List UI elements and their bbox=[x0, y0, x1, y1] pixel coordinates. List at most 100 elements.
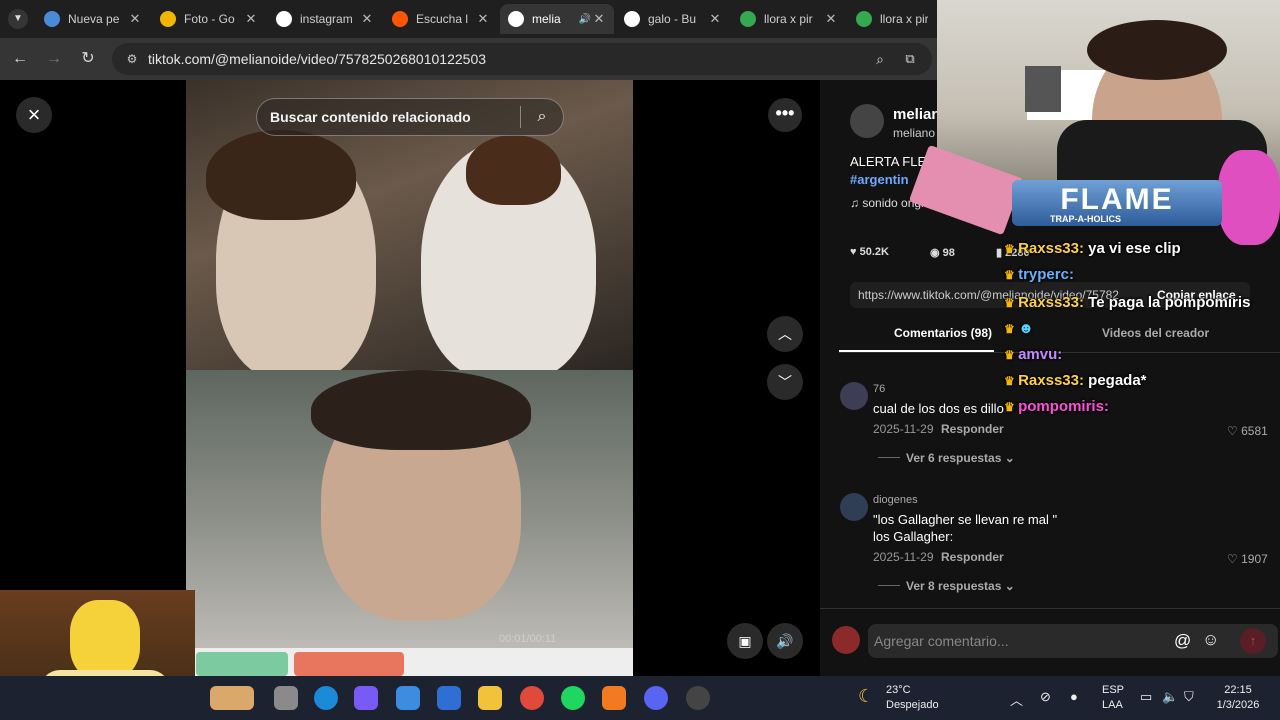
language-code[interactable]: ESP bbox=[1102, 684, 1124, 696]
chat-username: Raxss33: bbox=[1018, 240, 1084, 257]
related-search-bar[interactable]: ⌕ bbox=[256, 98, 564, 136]
crown-badge-icon: ♛ bbox=[1004, 268, 1019, 282]
tab-close-icon[interactable]: ✕ bbox=[708, 11, 722, 27]
tab-title: Foto - Go bbox=[184, 12, 235, 26]
tab-5[interactable]: melia 🔊 ✕ bbox=[500, 4, 614, 34]
chevron-down-icon: ⌄ bbox=[1001, 451, 1015, 465]
tab-8[interactable]: llora x pir bbox=[848, 4, 936, 34]
widgets-icon[interactable] bbox=[210, 686, 254, 710]
hashtag-link[interactable]: #argentin bbox=[850, 172, 909, 187]
video-bottom-strip bbox=[186, 648, 633, 676]
view-replies-button[interactable]: Ver 6 respuestas ⌄ bbox=[906, 451, 1015, 465]
zoom-icon[interactable]: ⌕ bbox=[868, 47, 892, 71]
address-bar[interactable]: ⚙ tiktok.com/@melianoide/video/757825026… bbox=[112, 43, 932, 75]
comment-avatar[interactable] bbox=[840, 382, 868, 410]
discord-icon[interactable] bbox=[644, 686, 668, 710]
install-app-icon[interactable]: ⧉ bbox=[898, 47, 922, 71]
reload-button[interactable]: ↻ bbox=[76, 47, 100, 71]
comment-like[interactable]: ♡ 6581 bbox=[1227, 424, 1268, 438]
comment-like[interactable]: ♡ 1907 bbox=[1227, 552, 1268, 566]
tab-title: instagram bbox=[300, 12, 353, 26]
volume-icon[interactable]: 🔊 bbox=[767, 623, 803, 659]
spotify-icon[interactable] bbox=[561, 686, 585, 710]
chrome-icon[interactable] bbox=[520, 686, 544, 710]
reply-button[interactable]: Responder bbox=[941, 550, 1004, 564]
music-note-icon: ♫ bbox=[850, 196, 863, 210]
replies-line bbox=[878, 457, 900, 458]
edge-icon[interactable] bbox=[314, 686, 338, 710]
tab-close-icon[interactable]: ✕ bbox=[244, 11, 258, 27]
previous-video-icon[interactable]: ︿ bbox=[767, 316, 803, 352]
store-icon[interactable] bbox=[396, 686, 420, 710]
shield-icon[interactable]: ⛉ bbox=[1184, 689, 1194, 705]
tab-1[interactable]: Nueva pe ✕ bbox=[36, 4, 150, 34]
replies-line bbox=[878, 585, 900, 586]
google-icon bbox=[624, 11, 640, 27]
author-name[interactable]: melian bbox=[893, 106, 941, 123]
next-video-icon[interactable]: ﹀ bbox=[767, 364, 803, 400]
close-icon[interactable]: × bbox=[16, 97, 52, 133]
post-comment-button[interactable]: ↑ bbox=[1240, 628, 1266, 654]
tab-audio-icon[interactable]: 🔊 bbox=[578, 14, 592, 25]
view-replies-button[interactable]: Ver 8 respuestas ⌄ bbox=[906, 579, 1015, 593]
back-button[interactable]: ← bbox=[8, 47, 32, 71]
streamer-hair bbox=[1087, 20, 1227, 80]
chat-message: ♛ Raxss33: ya vi ese clip bbox=[1004, 240, 1181, 257]
outlook-icon[interactable] bbox=[437, 686, 461, 710]
tab-title: Escucha l bbox=[416, 12, 469, 26]
tab-close-icon[interactable]: ✕ bbox=[476, 11, 490, 27]
chevron-up-icon[interactable]: ︿ bbox=[1010, 690, 1023, 709]
cloud-app-icon[interactable] bbox=[602, 686, 626, 710]
tab-4[interactable]: Escucha l ✕ bbox=[384, 4, 498, 34]
like-button[interactable]: ♥ 50.2K bbox=[850, 246, 889, 258]
tab-3[interactable]: instagram ✕ bbox=[268, 4, 382, 34]
comment-username[interactable]: 76 bbox=[873, 383, 885, 395]
comment-text-line2: los Gallagher: bbox=[873, 529, 954, 544]
network-off-icon[interactable]: ⊘ bbox=[1040, 689, 1051, 705]
clock-time[interactable]: 22:15 bbox=[1212, 684, 1264, 696]
mention-icon[interactable]: @ bbox=[1174, 631, 1191, 651]
search-icon[interactable]: ⌕ bbox=[521, 108, 563, 126]
obs-icon[interactable] bbox=[686, 686, 710, 710]
comment-button[interactable]: ◉ 98 bbox=[930, 246, 955, 259]
tab-2[interactable]: Foto - Go ✕ bbox=[152, 4, 266, 34]
reply-button[interactable]: Responder bbox=[941, 422, 1004, 436]
poster bbox=[1025, 66, 1061, 112]
emoji-icon[interactable]: ☺ bbox=[1202, 630, 1219, 650]
url-text: tiktok.com/@melianoide/video/75782502680… bbox=[148, 51, 487, 67]
task-view-icon[interactable] bbox=[274, 686, 298, 710]
author-avatar[interactable] bbox=[850, 104, 884, 138]
volume-tray-icon[interactable]: 🔈 bbox=[1162, 689, 1178, 705]
tab-title: llora x pir bbox=[880, 12, 928, 26]
weather-icon[interactable]: ☾ bbox=[858, 686, 874, 707]
tab-7[interactable]: llora x pir ✕ bbox=[732, 4, 846, 34]
tab-close-icon[interactable]: ✕ bbox=[360, 11, 374, 27]
related-search-input[interactable] bbox=[257, 109, 520, 125]
tab-search-button[interactable]: ▼ bbox=[8, 9, 28, 29]
chat-username: Raxss33: bbox=[1018, 294, 1084, 311]
tab-close-icon[interactable]: ✕ bbox=[128, 11, 142, 27]
copilot-icon[interactable] bbox=[354, 686, 378, 710]
forward-button[interactable]: → bbox=[42, 47, 66, 71]
green-chip bbox=[196, 652, 288, 676]
tab-comments[interactable]: Comentarios (98) bbox=[894, 326, 992, 340]
chat-message: ♛ ☻ bbox=[1004, 320, 1034, 337]
comment-username[interactable]: diogenes bbox=[873, 494, 918, 506]
display-icon[interactable]: ▭ bbox=[1140, 689, 1152, 705]
add-comment-field[interactable]: Agregar comentario... @ ☺ ↑ bbox=[868, 624, 1278, 658]
tab-close-icon[interactable]: ✕ bbox=[592, 11, 606, 27]
video-player[interactable]: ⌕ 00:01/00:11 bbox=[186, 80, 633, 676]
miniplayer-icon[interactable]: ▣ bbox=[727, 623, 763, 659]
more-options-icon[interactable]: ••• bbox=[768, 98, 802, 132]
tab-title: Nueva pe bbox=[68, 12, 120, 26]
comment-avatar[interactable] bbox=[840, 493, 868, 521]
microphone-icon[interactable]: ● bbox=[1070, 689, 1078, 704]
site-info-icon[interactable]: ⚙ bbox=[122, 52, 142, 66]
tab-close-icon[interactable]: ✕ bbox=[824, 11, 838, 27]
tab-creator-videos[interactable]: Videos del creador bbox=[1102, 326, 1209, 340]
file-explorer-icon[interactable] bbox=[478, 686, 502, 710]
comment-date: 2025-11-29 bbox=[873, 550, 934, 564]
hair-left bbox=[206, 130, 356, 220]
tab-6[interactable]: galo - Bu ✕ bbox=[616, 4, 730, 34]
language-region: LAA bbox=[1102, 699, 1123, 711]
